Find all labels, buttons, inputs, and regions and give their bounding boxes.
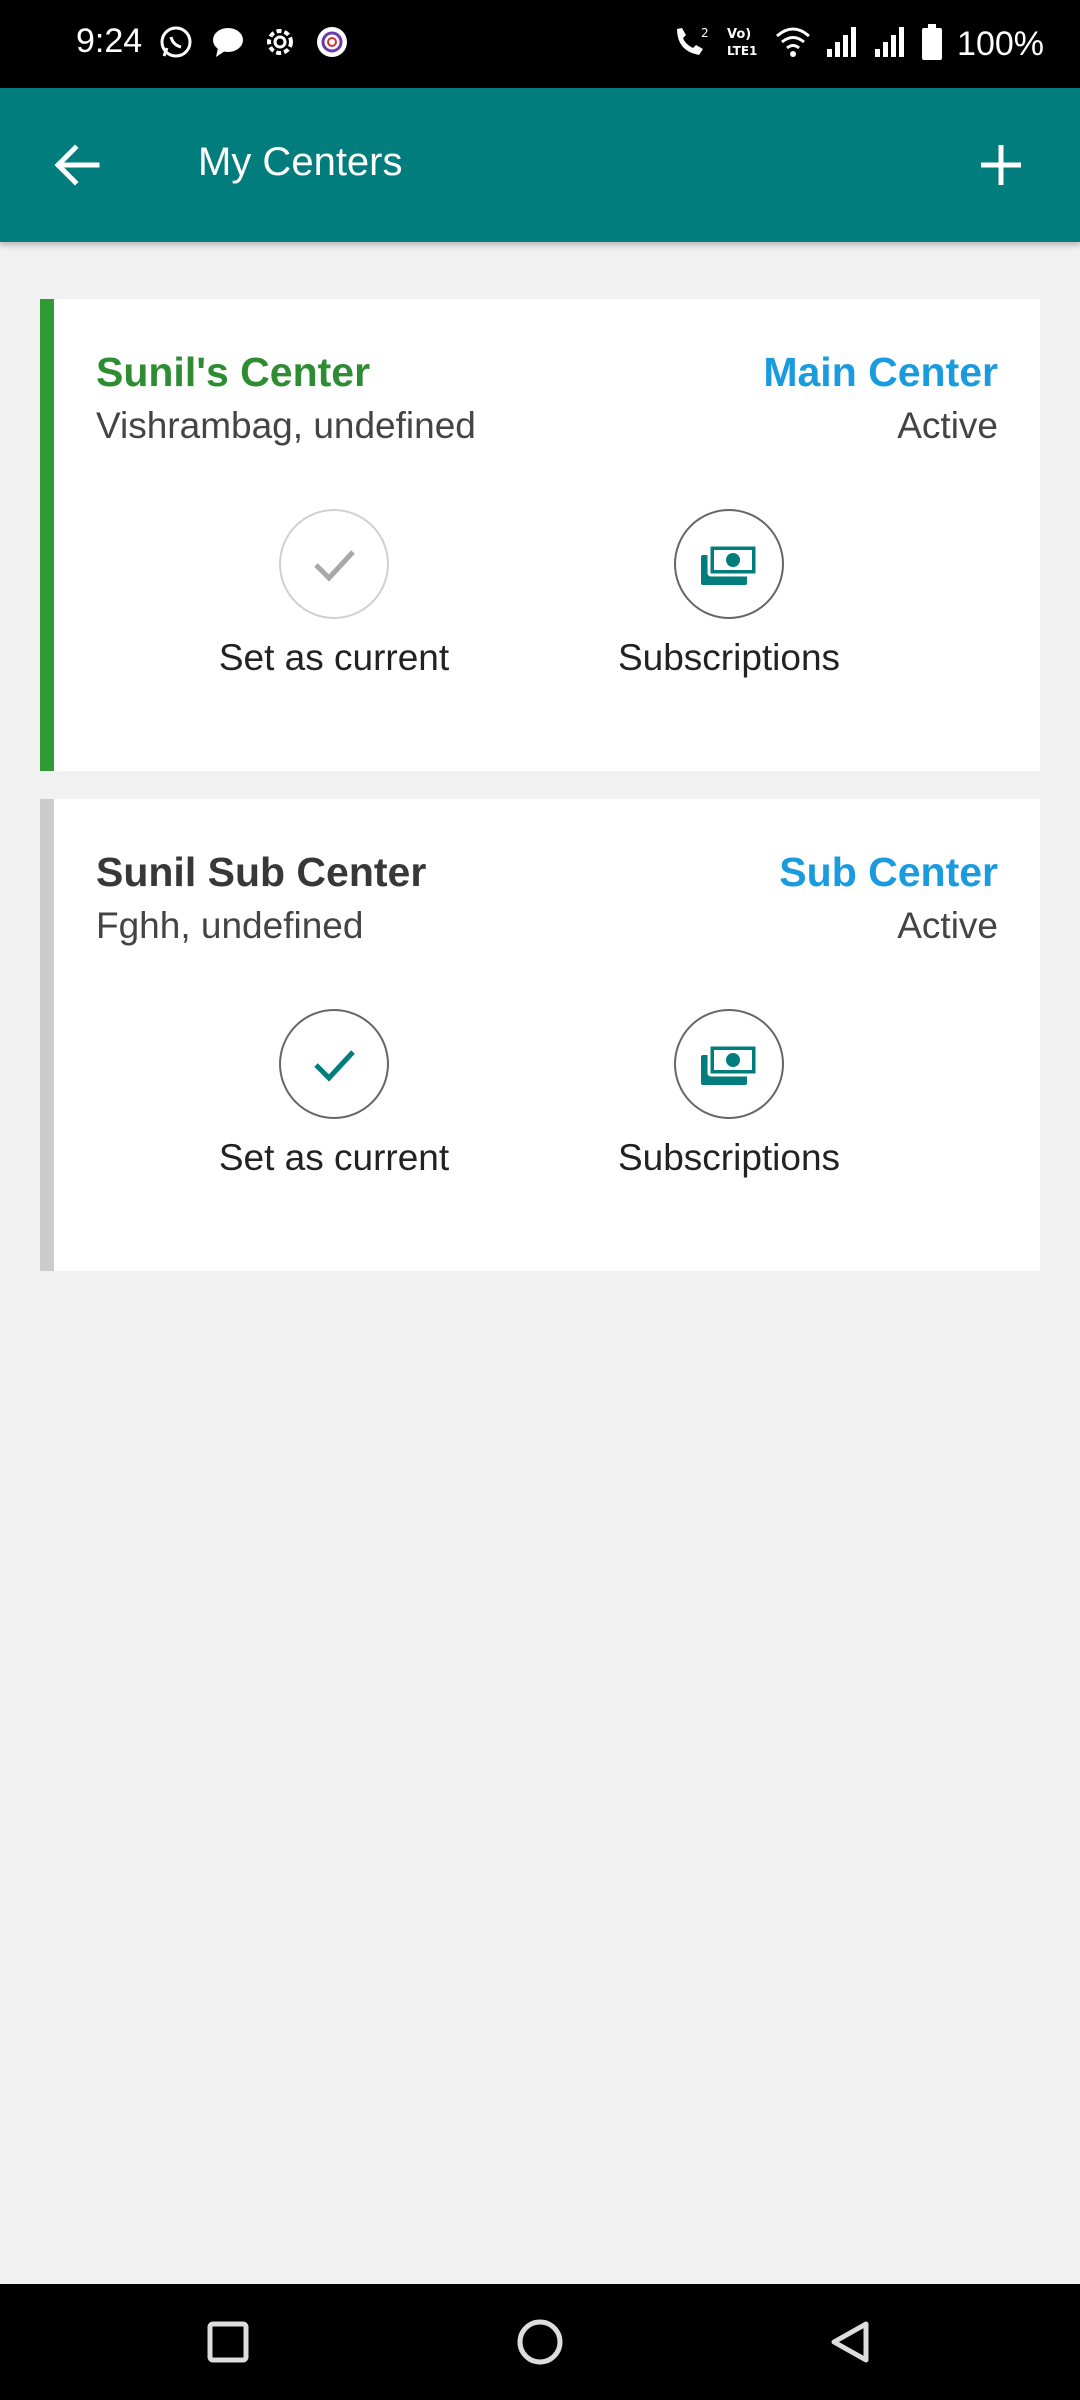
nav-back-button[interactable] bbox=[810, 2302, 890, 2382]
arrow-back-icon bbox=[54, 144, 100, 186]
center-card-main[interactable]: Sunil's Center Vishrambag, undefined Mai… bbox=[40, 299, 1040, 771]
volte-icon: Vo) LTE1 bbox=[725, 23, 761, 66]
recents-icon bbox=[207, 2321, 249, 2363]
set-current-circle[interactable] bbox=[279, 509, 389, 619]
page-title: My Centers bbox=[198, 140, 403, 184]
set-current-label: Set as current bbox=[218, 1137, 450, 1178]
home-button[interactable] bbox=[500, 2302, 580, 2382]
status-time: 9:24 bbox=[76, 22, 143, 60]
set-as-current-button[interactable]: Set as current bbox=[184, 1009, 484, 1179]
back-icon bbox=[831, 2321, 869, 2363]
app-icon bbox=[314, 24, 350, 65]
center-name: Sunil Sub Center bbox=[96, 849, 427, 895]
subscriptions-label: Subscriptions bbox=[617, 1137, 841, 1178]
center-status: Active bbox=[897, 405, 998, 446]
plus-icon bbox=[981, 145, 1021, 185]
set-current-label: Set as current bbox=[218, 637, 450, 678]
svg-text:Vo): Vo) bbox=[727, 27, 751, 42]
wifi-icon bbox=[775, 24, 811, 65]
system-nav-bar bbox=[0, 2284, 1080, 2400]
subscriptions-button[interactable]: Subscriptions bbox=[579, 1009, 879, 1179]
app-bar: My Centers bbox=[0, 88, 1080, 242]
signal-icon bbox=[873, 25, 907, 64]
recents-button[interactable] bbox=[188, 2302, 268, 2382]
center-type: Sub Center bbox=[779, 849, 998, 895]
settings-icon bbox=[262, 24, 298, 65]
money-icon bbox=[701, 543, 759, 585]
subscriptions-button[interactable]: Subscriptions bbox=[579, 509, 879, 679]
center-name: Sunil's Center bbox=[96, 349, 371, 395]
subscriptions-circle[interactable] bbox=[674, 509, 784, 619]
svg-text:LTE1: LTE1 bbox=[727, 44, 757, 58]
center-status: Active bbox=[897, 905, 998, 946]
status-notification-icons bbox=[158, 24, 350, 64]
status-system-icons: 2 Vo) LTE1 100% bbox=[671, 22, 1044, 66]
battery-icon bbox=[921, 23, 943, 65]
set-current-circle[interactable] bbox=[279, 1009, 389, 1119]
battery-percentage: 100% bbox=[957, 24, 1044, 63]
check-icon bbox=[314, 550, 355, 582]
check-icon bbox=[314, 1050, 355, 1082]
back-button[interactable] bbox=[40, 128, 114, 202]
subscriptions-circle[interactable] bbox=[674, 1009, 784, 1119]
set-as-current-button[interactable]: Set as current bbox=[184, 509, 484, 679]
whatsapp-icon bbox=[158, 24, 194, 65]
money-icon bbox=[701, 1043, 759, 1085]
status-bar: 9:24 2 Vo) LTE1 100% bbox=[0, 0, 1080, 88]
add-center-button[interactable] bbox=[964, 128, 1038, 202]
signal-icon bbox=[825, 25, 859, 64]
call-icon: 2 bbox=[671, 23, 711, 66]
center-card-sub[interactable]: Sunil Sub Center Fghh, undefined Sub Cen… bbox=[40, 799, 1040, 1271]
center-address: Vishrambag, undefined bbox=[96, 405, 476, 446]
center-type: Main Center bbox=[763, 349, 998, 395]
svg-text:2: 2 bbox=[701, 26, 709, 40]
home-icon bbox=[517, 2319, 563, 2365]
center-address: Fghh, undefined bbox=[96, 905, 364, 946]
message-icon bbox=[210, 24, 246, 65]
subscriptions-label: Subscriptions bbox=[617, 637, 841, 678]
